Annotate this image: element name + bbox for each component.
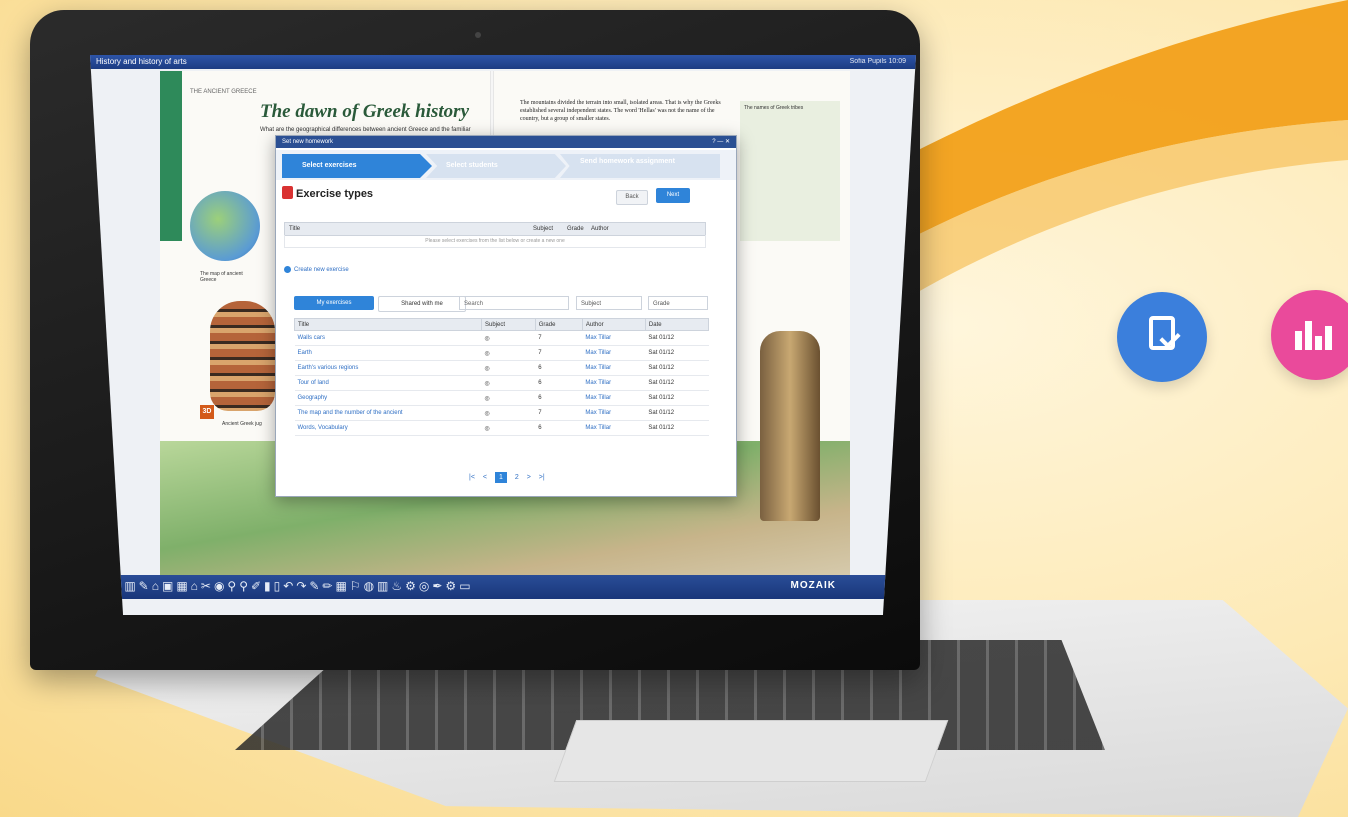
th-subject[interactable]: Subject: [481, 318, 536, 331]
info-box: The names of Greek tribes: [740, 101, 840, 241]
bar-chart-icon: [1295, 318, 1332, 350]
page-2-button[interactable]: 2: [515, 474, 519, 481]
table-row[interactable]: The map and the number of the ancient ◎ 7 M…: [294, 405, 709, 421]
first-page-button[interactable]: |<: [469, 474, 475, 481]
section-tag: THE ANCIENT GREECE: [190, 89, 257, 95]
vase-caption: Ancient Greek jug: [222, 421, 262, 427]
info-box-title: The names of Greek tribes: [744, 105, 804, 111]
empty-selection-message: Please select exercises from the list be…: [284, 235, 706, 248]
plus-circle-icon: [284, 266, 291, 273]
dialog-tab[interactable]: Set new homework: [282, 139, 333, 145]
bottom-toolbar: ▤▥✎⌂▣▦⌂✂◉⚲⚲✐▮▯↶↷✎✏▦⚐◍▥♨⚙◎✒⚙▭ MOZAIK: [90, 575, 916, 599]
next-page-button[interactable]: >: [527, 474, 531, 481]
tab-my-exercises[interactable]: My exercises: [294, 296, 374, 310]
window-title: History and history of arts: [96, 57, 187, 66]
chapter-title: The dawn of Greek history: [260, 101, 469, 122]
toolbar-icons[interactable]: ▤▥✎⌂▣▦⌂✂◉⚲⚲✐▮▯↶↷✎✏▦⚐◍▥♨⚙◎✒⚙▭: [110, 579, 474, 593]
globe-map-image[interactable]: [190, 191, 260, 261]
th-title[interactable]: Title: [294, 318, 482, 331]
table-row[interactable]: Earth's various regions ◎ 6 Max Tillar Sat 0…: [294, 360, 709, 376]
col-subject[interactable]: Subject: [533, 223, 553, 235]
dialog-titlebar: Set new homework ? — ✕: [276, 136, 736, 148]
app-titlebar: History and history of arts Sofia Pupils…: [90, 55, 916, 69]
statue-image[interactable]: [760, 331, 820, 521]
exercise-table: Title Subject Grade Author Date Walls ca…: [294, 318, 710, 436]
camera-icon: [475, 32, 481, 38]
table-row[interactable]: Earth ◎ 7 Max Tillar Sat 01/12: [294, 345, 709, 361]
prev-page-button[interactable]: <: [483, 474, 487, 481]
col-author[interactable]: Author: [591, 223, 609, 235]
vase-image[interactable]: [210, 301, 275, 411]
homework-dialog: Set new homework ? — ✕ Select exercises …: [275, 135, 737, 497]
exercise-types-heading: Exercise types: [296, 188, 374, 200]
create-exercise-link[interactable]: Create new exercise: [284, 266, 349, 273]
mozaik-logo: MOZAIK: [790, 580, 836, 591]
window-controls[interactable]: ? — ✕: [712, 136, 730, 148]
current-page[interactable]: 1: [494, 472, 507, 483]
table-row[interactable]: Words, Vocabulary ◎ 6 Max Tillar Sat 01/12: [294, 420, 709, 436]
th-date[interactable]: Date: [644, 318, 710, 331]
step-send-homework[interactable]: Send homework assignment: [560, 154, 720, 178]
chapter-band: [160, 71, 182, 241]
3d-badge-button[interactable]: 3D: [200, 405, 214, 419]
chapter-intro: What are the geographical differences be…: [260, 127, 471, 133]
pagination: |< < 1 2 > >|: [466, 472, 548, 483]
th-grade[interactable]: Grade: [534, 318, 583, 331]
next-button[interactable]: Next: [656, 188, 690, 203]
wizard-steps: Select exercises Select students Send ho…: [276, 150, 736, 180]
exercise-types-icon: [282, 186, 293, 199]
subject-select[interactable]: Subject: [576, 296, 642, 310]
col-grade[interactable]: Grade: [567, 223, 584, 235]
tab-shared-with-me[interactable]: Shared with me: [378, 296, 466, 312]
homework-check-icon: [1117, 292, 1207, 382]
table-row[interactable]: Tour of land ◎ 6 Max Tillar Sat 01/12: [294, 375, 709, 391]
table-row[interactable]: Walls cars ◎ 7 Max Tillar Sat 01/12: [294, 330, 709, 346]
window-status: Sofia Pupils 10:09: [849, 58, 906, 65]
search-input[interactable]: Search: [459, 296, 569, 310]
table-row[interactable]: Geography ◎ 6 Max Tillar Sat 01/12: [294, 390, 709, 406]
th-author[interactable]: Author: [581, 318, 646, 331]
app-screen: History and history of arts Sofia Pupils…: [90, 55, 916, 615]
globe-caption: The map of ancient Greece: [200, 271, 243, 283]
step-select-students[interactable]: Select students: [426, 154, 566, 178]
back-button[interactable]: Back: [616, 190, 648, 205]
col-title[interactable]: Title: [289, 223, 300, 235]
selected-grid-header: Title Subject Grade Author: [284, 222, 706, 236]
grade-select[interactable]: Grade: [648, 296, 708, 310]
step-select-exercises[interactable]: Select exercises: [282, 154, 432, 178]
trackpad: [553, 720, 949, 782]
last-page-button[interactable]: >|: [539, 474, 545, 481]
right-page-text: The mountains divided the terrain into s…: [520, 100, 721, 122]
